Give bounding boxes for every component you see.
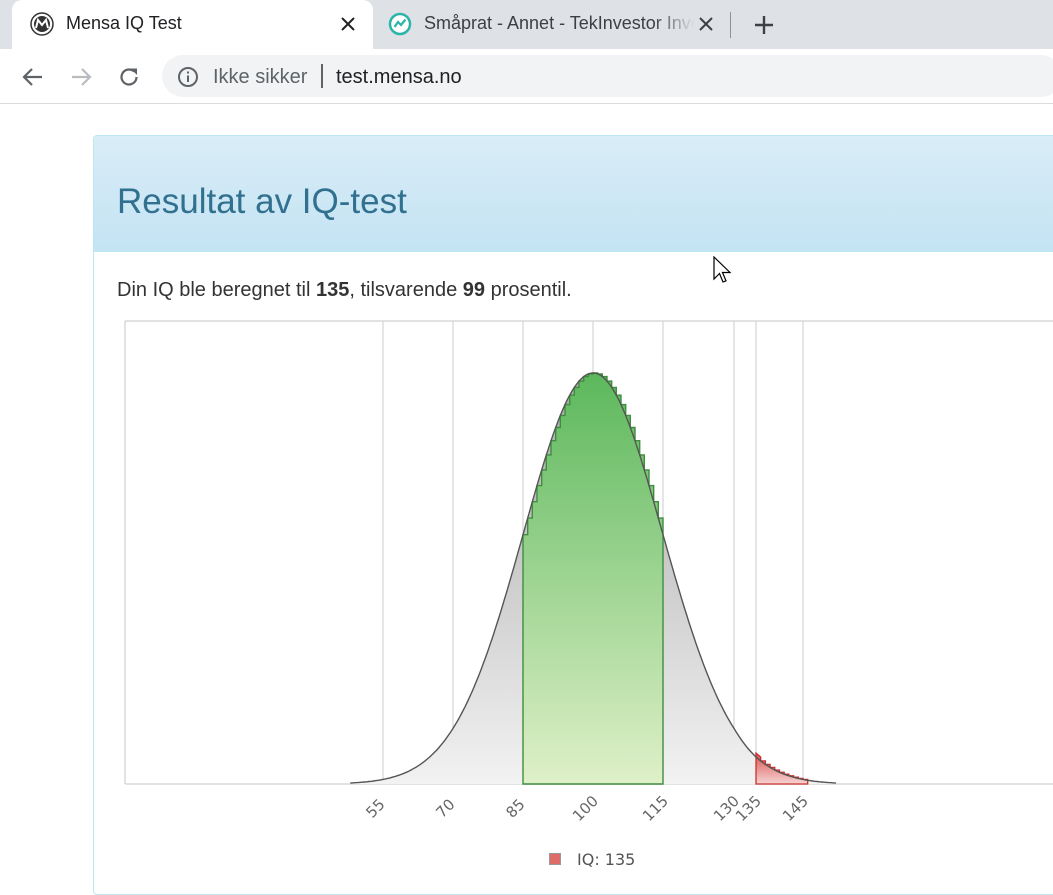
- tab-separator: [730, 12, 731, 38]
- iq-value: 135: [316, 279, 350, 301]
- forward-arrow-icon[interactable]: [66, 62, 96, 92]
- tab-strip: Mensa IQ Test Småprat - Annet - TekInves…: [0, 0, 1053, 49]
- info-icon[interactable]: [177, 66, 199, 88]
- new-tab-plus-icon[interactable]: [750, 11, 778, 39]
- security-status-label[interactable]: Ikke sikker: [213, 66, 307, 89]
- page-title: Resultat av IQ-test: [117, 182, 407, 221]
- result-panel: Resultat av IQ-test: [93, 135, 1053, 895]
- tab-mensa-iq-test[interactable]: Mensa IQ Test: [12, 0, 373, 49]
- url-text[interactable]: test.mensa.no: [336, 66, 462, 89]
- tab-title: Mensa IQ Test: [66, 13, 182, 33]
- result-sentence: Din IQ ble beregnet til 135, tilsvarende…: [117, 279, 572, 302]
- mensa-logo-icon: [30, 12, 54, 36]
- browser-toolbar: Ikke sikker test.mensa.no: [0, 49, 1053, 104]
- legend-swatch: [549, 853, 561, 865]
- reload-icon[interactable]: [114, 62, 144, 92]
- legend-label: IQ: 135: [577, 849, 636, 869]
- back-arrow-icon[interactable]: [18, 62, 48, 92]
- tekinvestor-logo-icon: [388, 12, 412, 36]
- chart-legend[interactable]: IQ: 135: [549, 849, 635, 869]
- percentile-value: 99: [462, 279, 486, 301]
- address-bar[interactable]: Ikke sikker test.mensa.no: [162, 55, 1053, 97]
- result-middle: , tilsvarende: [349, 279, 463, 301]
- result-suffix: prosentil.: [485, 279, 572, 301]
- result-prefix: Din IQ ble beregnet til: [117, 279, 316, 301]
- mouse-cursor-icon: [713, 255, 733, 291]
- close-tab-icon[interactable]: [696, 14, 716, 34]
- close-tab-icon[interactable]: [338, 14, 358, 34]
- panel-heading: Resultat av IQ-test: [94, 136, 1053, 252]
- address-divider: [321, 64, 323, 88]
- tab-smaprat[interactable]: Småprat - Annet - TekInvestor Investerin…: [373, 0, 730, 49]
- tab-title: Småprat - Annet - TekInvestor Investerin…: [424, 13, 694, 33]
